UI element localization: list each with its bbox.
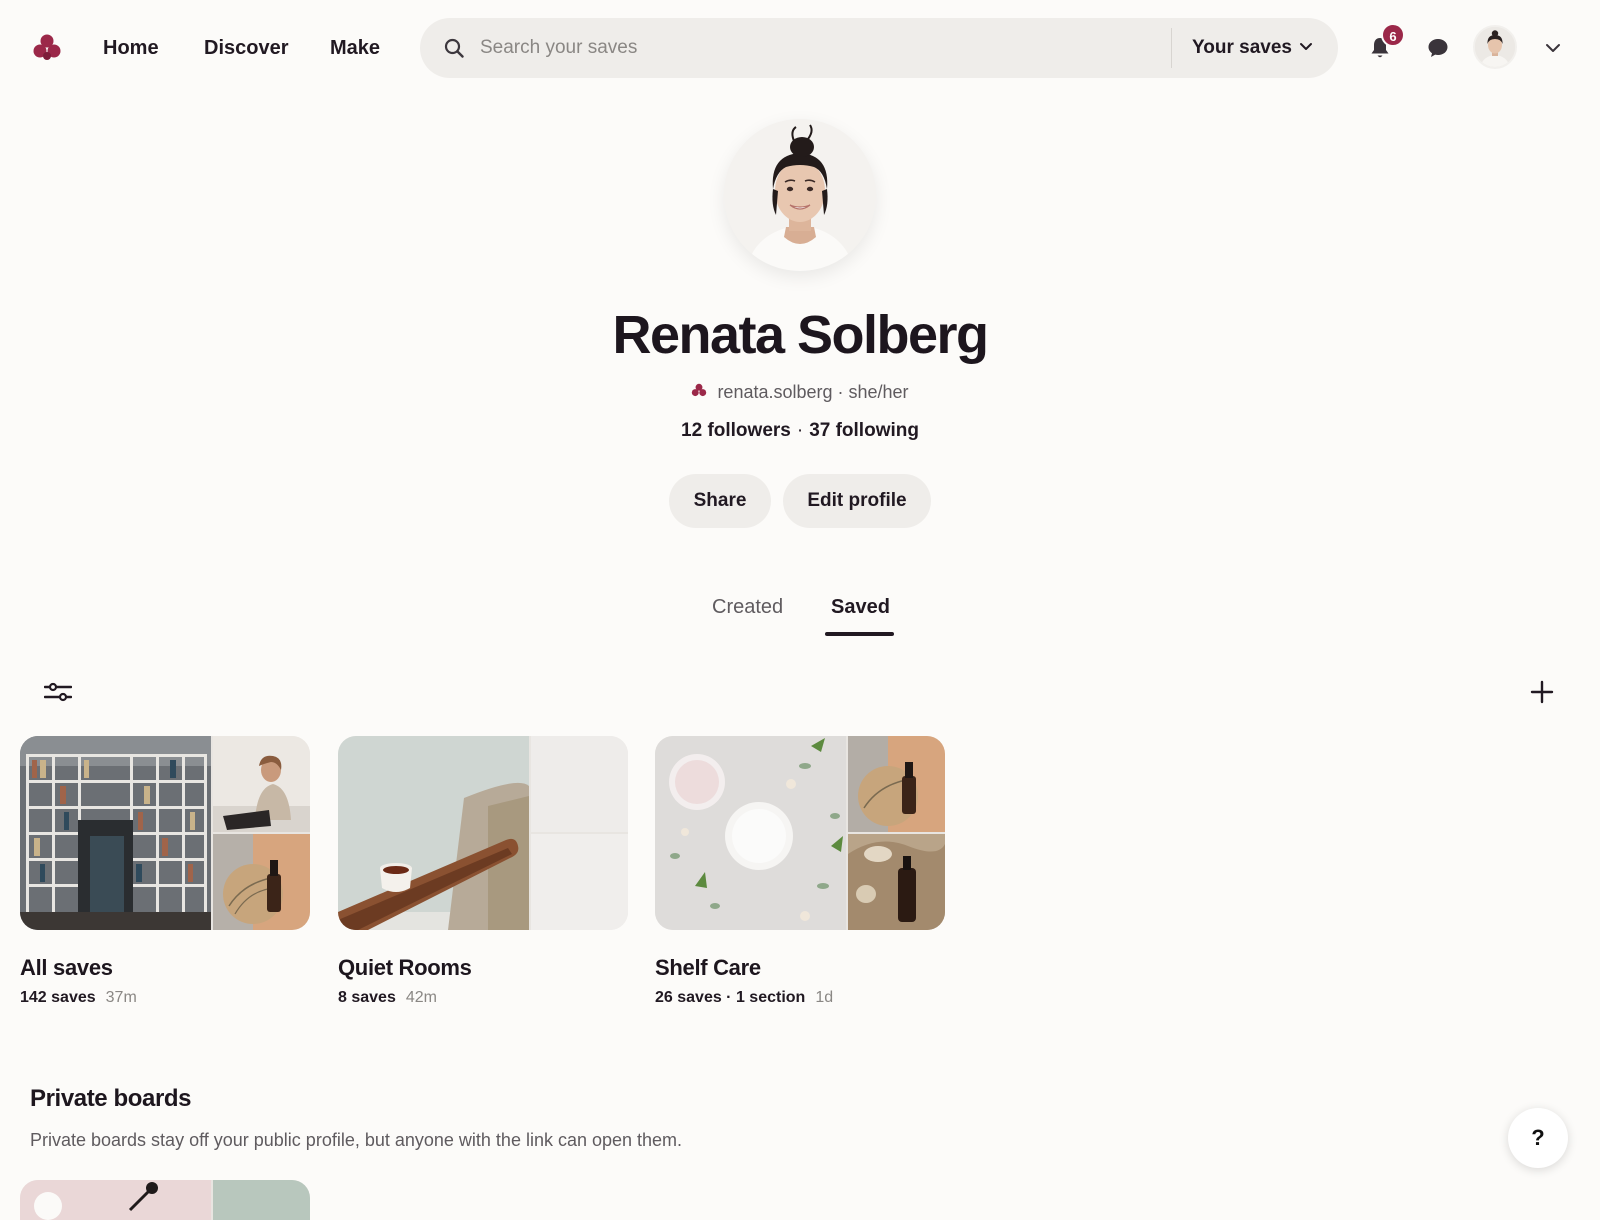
nav-discover-link[interactable]: Discover xyxy=(204,36,289,60)
board-save-count: 26 saves · 1 section xyxy=(655,989,806,1006)
search-icon xyxy=(444,38,464,58)
serum-bottle-image xyxy=(213,834,310,930)
nav-home-link[interactable]: Home xyxy=(103,36,159,60)
search-bar: Your saves xyxy=(420,18,1338,78)
board-card-shelf-care[interactable]: Shelf Care 26 saves · 1 section 1d xyxy=(655,736,945,1006)
skincare-flatlay-image xyxy=(655,736,846,930)
board-title[interactable]: All saves xyxy=(20,954,113,982)
board-title[interactable]: Quiet Rooms xyxy=(338,954,472,982)
following-link[interactable]: 37 following xyxy=(809,420,919,441)
woman-sitting-image xyxy=(213,736,310,832)
bookshelf-image xyxy=(20,736,211,930)
add-icon[interactable] xyxy=(1530,680,1554,704)
search-divider xyxy=(1171,28,1172,68)
private-board-image xyxy=(20,1180,310,1220)
active-tab-indicator xyxy=(825,632,894,636)
top-nav: Home Discover Make Your saves 6 xyxy=(0,0,1600,96)
empty-cover-tile xyxy=(531,736,628,832)
search-input[interactable] xyxy=(480,32,1080,64)
tab-saved[interactable]: Saved xyxy=(831,594,890,620)
profile-name: Renata Solberg xyxy=(612,305,989,365)
armchair-tea-image xyxy=(338,736,529,930)
board-cover[interactable] xyxy=(20,736,310,930)
avatar-portrait-icon xyxy=(1475,27,1515,67)
share-button[interactable]: Share xyxy=(669,474,771,528)
nav-make-link[interactable]: Make xyxy=(330,36,380,60)
board-title[interactable]: Shelf Care xyxy=(655,954,761,982)
bottle-linen-image xyxy=(848,834,945,930)
private-boards-heading: Private boards xyxy=(30,1085,192,1112)
profile-stats: 12 followers · 37 following xyxy=(0,419,1600,443)
profile-avatar xyxy=(724,119,876,271)
filter-sliders-icon[interactable] xyxy=(44,680,72,704)
board-card-all-saves[interactable]: All saves 142 saves 37m xyxy=(20,736,310,1006)
chevron-down-icon[interactable] xyxy=(1299,42,1313,52)
edit-profile-button[interactable]: Edit profile xyxy=(783,474,931,528)
profile-portrait-icon xyxy=(724,119,876,271)
board-cover[interactable] xyxy=(655,736,945,930)
profile-handle-row: renata.solberg · she/her xyxy=(0,380,1600,404)
board-updated-ago: 42m xyxy=(405,989,437,1006)
private-board-cover[interactable] xyxy=(20,1180,310,1220)
tab-created[interactable]: Created xyxy=(712,594,783,620)
brand-logo-icon xyxy=(692,383,707,397)
board-save-count: 8 saves xyxy=(338,989,396,1006)
avatar[interactable] xyxy=(1473,25,1517,69)
board-save-count: 142 saves xyxy=(20,989,96,1006)
profile-handle: renata.solberg · she/her xyxy=(717,382,909,402)
notification-badge: 6 xyxy=(1381,23,1405,47)
stats-separator: · xyxy=(796,420,804,441)
serum-bottle-image xyxy=(848,736,945,832)
board-meta: 8 saves 42m xyxy=(338,988,437,1008)
board-cover[interactable] xyxy=(338,736,628,930)
search-scope-dropdown[interactable]: Your saves xyxy=(1192,36,1292,60)
board-card-quiet-rooms[interactable]: Quiet Rooms 8 saves 42m xyxy=(338,736,628,1006)
board-meta: 26 saves · 1 section 1d xyxy=(655,988,833,1008)
chevron-down-icon[interactable] xyxy=(1545,42,1561,54)
brand-logo-icon[interactable] xyxy=(32,33,62,63)
board-meta: 142 saves 37m xyxy=(20,988,137,1008)
help-button[interactable]: ? xyxy=(1508,1108,1568,1168)
private-boards-description: Private boards stay off your public prof… xyxy=(30,1130,683,1150)
chat-bubble-icon[interactable] xyxy=(1426,36,1450,60)
board-updated-ago: 1d xyxy=(815,989,834,1006)
board-updated-ago: 37m xyxy=(105,989,137,1006)
empty-cover-tile xyxy=(531,834,628,930)
followers-link[interactable]: 12 followers xyxy=(681,420,791,441)
